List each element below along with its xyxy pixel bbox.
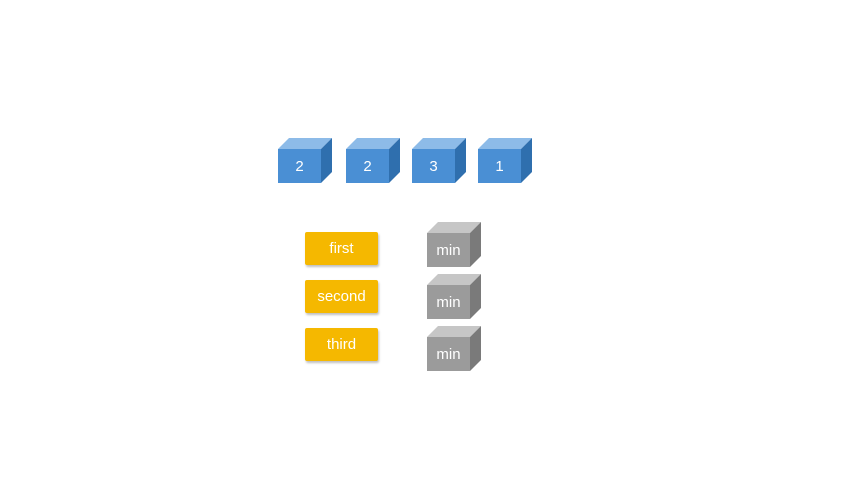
value-cube-4: 1 xyxy=(478,138,532,183)
value-cube-1: 2 xyxy=(278,138,332,183)
tag-first: first xyxy=(305,232,378,265)
min-cube-1: min xyxy=(427,222,481,267)
min-cube-1-label: min xyxy=(436,241,461,259)
value-cube-2-label: 2 xyxy=(363,157,372,175)
tag-third: third xyxy=(305,328,378,361)
min-cube-2-label: min xyxy=(436,293,461,311)
tag-second: second xyxy=(305,280,378,313)
min-cube-2: min xyxy=(427,274,481,319)
value-cube-4-label: 1 xyxy=(495,157,504,175)
value-cube-2: 2 xyxy=(346,138,400,183)
min-cube-3: min xyxy=(427,326,481,371)
value-cube-1-label: 2 xyxy=(295,157,304,175)
min-cube-3-label: min xyxy=(436,345,461,363)
value-cube-3-label: 3 xyxy=(429,157,438,175)
value-cube-3: 3 xyxy=(412,138,466,183)
